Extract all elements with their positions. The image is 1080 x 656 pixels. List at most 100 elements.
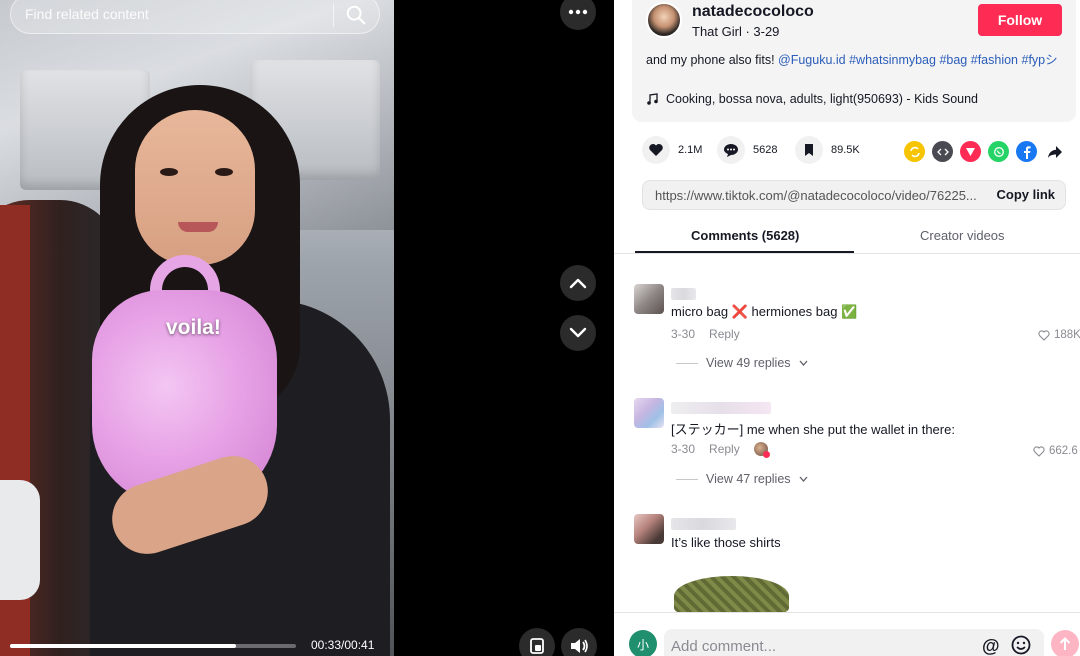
hashtag-link[interactable]: #whatsinmybag bbox=[849, 53, 936, 67]
chevron-down-icon bbox=[799, 360, 808, 366]
chevron-down-icon bbox=[569, 327, 587, 338]
view-replies-button[interactable]: View 49 replies bbox=[676, 356, 808, 370]
speaker-icon bbox=[571, 639, 588, 653]
more-icon bbox=[568, 9, 588, 15]
cabin-window bbox=[0, 480, 40, 600]
search-icon[interactable] bbox=[345, 4, 367, 26]
heart-outline-icon bbox=[1038, 329, 1050, 341]
video-url: https://www.tiktok.com/@natadecocoloco/v… bbox=[655, 188, 977, 203]
music-title: Cooking, bossa nova, adults, light(95069… bbox=[666, 92, 978, 106]
emoji-icon[interactable] bbox=[1010, 634, 1032, 656]
my-avatar[interactable]: 小 bbox=[629, 630, 657, 656]
search-input[interactable] bbox=[25, 0, 325, 33]
comment-like-count: 662.6 bbox=[1049, 445, 1078, 457]
like-button[interactable]: 2.1M bbox=[642, 136, 702, 164]
commenter-name-redacted[interactable] bbox=[671, 288, 696, 300]
volume-button[interactable] bbox=[561, 628, 597, 656]
comment-text: It’s like those shirts bbox=[671, 535, 781, 550]
chevron-down-icon bbox=[799, 476, 808, 482]
eye bbox=[160, 168, 178, 176]
commenter-avatar[interactable] bbox=[634, 514, 664, 544]
picture-in-picture-icon bbox=[530, 638, 544, 654]
panel-tabs: Comments (5628) Creator videos bbox=[614, 220, 1080, 254]
eye bbox=[215, 168, 233, 176]
view-replies-button[interactable]: View 47 replies bbox=[676, 472, 808, 486]
save-count: 89.5K bbox=[831, 144, 860, 156]
video-time: 00:33/00:41 bbox=[311, 638, 375, 652]
comment-image[interactable] bbox=[674, 576, 789, 616]
hashtag-link[interactable]: #bag bbox=[939, 53, 967, 67]
more-options-button[interactable] bbox=[560, 0, 596, 30]
mention-icon[interactable]: @ bbox=[982, 636, 1000, 656]
reply-button[interactable]: Reply bbox=[709, 327, 740, 341]
heart-icon bbox=[642, 136, 670, 164]
comment-composer: 小 @ bbox=[614, 612, 1080, 656]
commenter-name-redacted[interactable] bbox=[671, 518, 736, 530]
previous-video-button[interactable] bbox=[560, 265, 596, 301]
description-text: and my phone also fits! bbox=[646, 53, 779, 67]
comment-date: 3-30 bbox=[671, 442, 696, 456]
active-tab-indicator bbox=[635, 251, 854, 253]
share-arrow-icon[interactable] bbox=[1044, 141, 1065, 162]
author-avatar[interactable] bbox=[646, 2, 682, 38]
comment-like-count: 188K bbox=[1054, 329, 1080, 341]
creator-liked-avatar bbox=[753, 442, 770, 458]
commenter-avatar[interactable] bbox=[634, 398, 664, 428]
video-description: and my phone also fits! @Fuguku.id #what… bbox=[646, 52, 1066, 68]
repost-icon[interactable] bbox=[904, 141, 925, 162]
post-comment-button[interactable] bbox=[1051, 630, 1079, 656]
music-link[interactable]: Cooking, bossa nova, adults, light(95069… bbox=[646, 92, 978, 106]
comment-button[interactable]: 5628 bbox=[717, 136, 777, 164]
author-name[interactable]: natadecocoloco bbox=[692, 3, 814, 21]
reply-button[interactable]: Reply bbox=[709, 442, 740, 456]
commenter-name-redacted[interactable] bbox=[671, 402, 771, 414]
save-button[interactable]: 89.5K bbox=[795, 136, 860, 164]
comment-text: micro bag ❌ hermiones bag ✅ bbox=[671, 304, 858, 319]
replies-divider bbox=[676, 478, 698, 480]
tab-comments[interactable]: Comments (5628) bbox=[691, 228, 799, 243]
person-face bbox=[135, 110, 255, 265]
arrow-up-icon bbox=[1059, 637, 1071, 650]
next-video-button[interactable] bbox=[560, 315, 596, 351]
comment-like[interactable]: 188K bbox=[1038, 329, 1080, 341]
hashtag-link[interactable]: #fashion bbox=[971, 53, 1018, 67]
video-caption: voila! bbox=[166, 316, 221, 339]
floating-player-button[interactable] bbox=[519, 628, 555, 656]
send-icon[interactable] bbox=[960, 141, 981, 162]
commenter-avatar[interactable] bbox=[634, 284, 664, 314]
comment-meta: 3-30 Reply bbox=[671, 327, 740, 341]
video-progress-bar[interactable] bbox=[10, 644, 296, 648]
comment-input[interactable] bbox=[671, 634, 971, 656]
heart-badge-icon bbox=[762, 451, 770, 458]
whatsapp-icon[interactable] bbox=[988, 141, 1009, 162]
comment-like[interactable]: 662.6 bbox=[1033, 445, 1078, 457]
facebook-icon[interactable] bbox=[1016, 141, 1037, 162]
comment-count: 5628 bbox=[753, 144, 778, 156]
author-subline: That Girl · 3-29 bbox=[692, 24, 780, 39]
tab-creator-videos[interactable]: Creator videos bbox=[920, 228, 1005, 243]
hashtag-link[interactable]: #fypシ bbox=[1022, 53, 1058, 67]
comment-input-box[interactable]: @ bbox=[664, 629, 1044, 656]
comment-date: 3-30 bbox=[671, 327, 696, 341]
search-divider bbox=[333, 3, 334, 27]
action-bar: 2.1M 5628 89.5K bbox=[642, 136, 1072, 166]
comment-icon bbox=[717, 136, 745, 164]
video-player[interactable]: voila! 00:33/00:41 bbox=[0, 0, 394, 656]
details-panel: natadecocoloco That Girl · 3-29 Follow a… bbox=[614, 0, 1080, 656]
follow-button[interactable]: Follow bbox=[978, 4, 1062, 36]
heart-outline-icon bbox=[1033, 445, 1045, 457]
bookmark-icon bbox=[795, 136, 823, 164]
chevron-up-icon bbox=[569, 278, 587, 289]
copy-link-button[interactable]: Copy link bbox=[996, 187, 1055, 202]
like-count: 2.1M bbox=[678, 144, 703, 156]
related-search-box[interactable] bbox=[10, 0, 380, 34]
replies-divider bbox=[676, 362, 698, 364]
embed-icon[interactable] bbox=[932, 141, 953, 162]
music-note-icon bbox=[647, 93, 658, 105]
mention-link[interactable]: @Fuguku.id bbox=[778, 53, 846, 67]
comment-meta: 3-30 Reply bbox=[671, 442, 770, 458]
smile bbox=[178, 222, 218, 232]
replies-label: View 47 replies bbox=[706, 472, 791, 486]
comment-text: [ステッカー] me when she put the wallet in th… bbox=[671, 422, 955, 437]
video-link-box: https://www.tiktok.com/@natadecocoloco/v… bbox=[642, 180, 1066, 210]
